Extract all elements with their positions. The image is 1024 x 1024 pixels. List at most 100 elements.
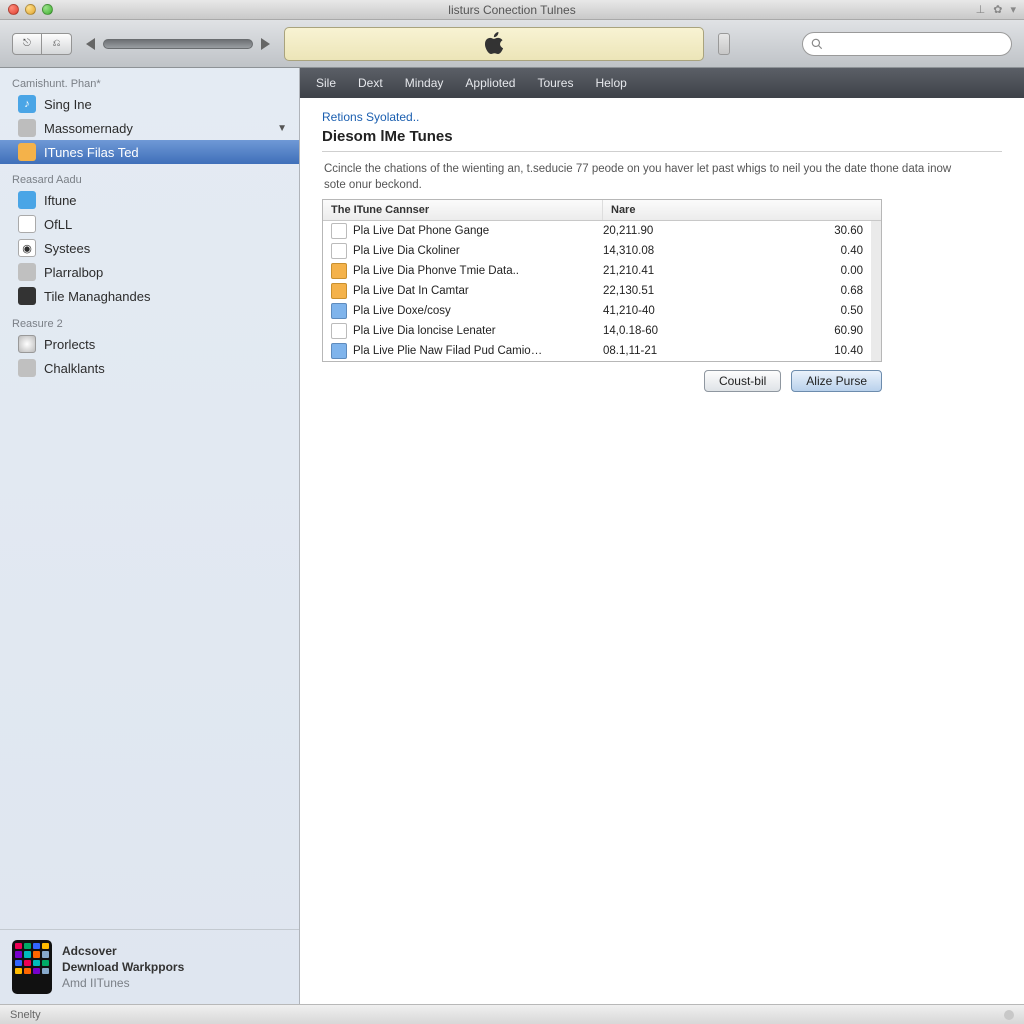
row-val: 30.60: [803, 225, 863, 237]
row-name: Pla Live Plie Naw Filad Pud Camio…: [353, 345, 603, 357]
sidebar-item-massomernady[interactable]: Massomernady ▼: [0, 116, 299, 140]
list-header-col-2[interactable]: Nare: [603, 200, 881, 220]
sidebar-item-iftune[interactable]: Iftune: [0, 188, 299, 212]
table-row[interactable]: Pla Live Plie Naw Filad Pud Camio…08.1,1…: [323, 341, 871, 361]
sidebar-item-itunes-files[interactable]: ITunes Filas Ted: [0, 140, 299, 164]
sidebar-item-label: Sing Ine: [44, 97, 92, 112]
list-header: The ITune Cannser Nare: [323, 200, 881, 221]
row-mid: 14,0.18-60: [603, 325, 803, 337]
row-mid: 20,211.90: [603, 225, 803, 237]
row-val: 0.40: [803, 245, 863, 257]
prev-track-icon[interactable]: [86, 38, 95, 50]
volume-slider[interactable]: [103, 39, 253, 49]
row-val: 60.90: [803, 325, 863, 337]
table-row[interactable]: Pla Live Dia Phonve Tmie Data..21,210.41…: [323, 261, 871, 281]
list-rows: Pla Live Dat Phone Gange20,211.9030.60Pl…: [323, 221, 881, 361]
minimize-window-button[interactable]: [25, 4, 36, 15]
menu-dext[interactable]: Dext: [358, 76, 383, 90]
table-row[interactable]: Pla Live Doxe/cosy41,210-400.50: [323, 301, 871, 321]
gear-icon[interactable]: ✿: [993, 3, 1002, 16]
display-view-toggle[interactable]: [718, 33, 730, 55]
file-type-icon: [331, 283, 347, 299]
section-title: Diesom lMe Tunes: [322, 124, 1002, 152]
traffic-lights: [8, 4, 53, 15]
menu-helop[interactable]: Helop: [595, 76, 626, 90]
now-playing-display: [284, 27, 704, 61]
sidebar-item-systees[interactable]: ◉ Systees: [0, 236, 299, 260]
row-mid: 14,310.08: [603, 245, 803, 257]
chevron-down-icon[interactable]: ▾: [1010, 3, 1016, 16]
row-val: 10.40: [803, 345, 863, 357]
gear-icon: ◉: [18, 239, 36, 257]
row-mid: 08.1,11-21: [603, 345, 803, 357]
row-val: 0.50: [803, 305, 863, 317]
sidebar-group-3-header: Reasure 2: [0, 314, 299, 332]
file-type-icon: [331, 243, 347, 259]
sidebar-group-2-header: Reasard Aadu: [0, 170, 299, 188]
store-icon: [18, 215, 36, 233]
file-type-icon: [331, 263, 347, 279]
folder-icon: [18, 143, 36, 161]
row-name: Pla Live Dia Ckoliner: [353, 245, 603, 257]
menu-minday[interactable]: Minday: [405, 76, 444, 90]
toolbar: ⎋ ⎌: [0, 20, 1024, 68]
device-icon: [18, 287, 36, 305]
search-field[interactable]: [802, 32, 1012, 56]
row-name: Pla Live Dia Phonve Tmie Data..: [353, 265, 603, 277]
next-track-icon[interactable]: [261, 38, 270, 50]
book-icon: [18, 119, 36, 137]
sidebar-item-tile-managhandes[interactable]: Tile Managhandes: [0, 284, 299, 308]
sidebar-item-label: Massomernady: [44, 121, 133, 136]
user-icon[interactable]: ⊥: [976, 3, 986, 16]
sidebar-item-sing[interactable]: ♪ Sing Ine: [0, 92, 299, 116]
table-row[interactable]: Pla Live Dia loncise Lenater14,0.18-6060…: [323, 321, 871, 341]
file-type-icon: [331, 323, 347, 339]
sidebar-group-1-header: Camishunt. Phan*: [0, 74, 299, 92]
row-mid: 22,130.51: [603, 285, 803, 297]
zoom-window-button[interactable]: [42, 4, 53, 15]
sidebar-item-label: Chalklants: [44, 361, 105, 376]
cancel-button[interactable]: Coust-bil: [704, 370, 781, 392]
status-bar: Snelty: [0, 1004, 1024, 1024]
forward-button[interactable]: ⎌: [42, 33, 72, 55]
playback-cluster: [86, 38, 270, 50]
globe-icon: [18, 359, 36, 377]
menu-applioted[interactable]: Applioted: [465, 76, 515, 90]
sidebar-item-label: Plarralbop: [44, 265, 103, 280]
sidebar: Camishunt. Phan* ♪ Sing Ine Massomernady…: [0, 68, 300, 1004]
search-icon: [811, 38, 823, 50]
menu-sile[interactable]: Sile: [316, 76, 336, 90]
sidebar-item-prorlects[interactable]: Prorlects: [0, 332, 299, 356]
grid-icon: [18, 263, 36, 281]
row-name: Pla Live Dat In Camtar: [353, 285, 603, 297]
window-title: listurs Conection Tulnes: [0, 3, 1024, 17]
sidebar-bottom-text: Adcsover Dewnload Warkppors Amd IITunes: [62, 943, 184, 992]
content-area: Retions Syolated.. Diesom lMe Tunes Ccin…: [300, 98, 1024, 404]
row-val: 0.68: [803, 285, 863, 297]
section-breadcrumb-link[interactable]: Retions Syolated..: [322, 110, 1002, 124]
row-val: 0.00: [803, 265, 863, 277]
menu-toures[interactable]: Toures: [537, 76, 573, 90]
status-left: Snelty: [10, 1009, 41, 1021]
table-row[interactable]: Pla Live Dat In Camtar22,130.510.68: [323, 281, 871, 301]
button-row: Coust-bil Alize Purse: [322, 362, 882, 392]
table-row[interactable]: Pla Live Dat Phone Gange20,211.9030.60: [323, 221, 871, 241]
promo-line-3: Amd IITunes: [62, 975, 184, 991]
chevron-down-icon: ▼: [277, 123, 287, 134]
file-listbox: The ITune Cannser Nare Pla Live Dat Phon…: [322, 199, 882, 362]
sidebar-item-plarralbop[interactable]: Plarralbop: [0, 260, 299, 284]
sidebar-item-ofll[interactable]: OfLL: [0, 212, 299, 236]
list-header-col-1[interactable]: The ITune Cannser: [323, 200, 603, 220]
sidebar-item-chalklants[interactable]: Chalklants: [0, 356, 299, 380]
sidebar-item-label: OfLL: [44, 217, 72, 232]
table-row[interactable]: Pla Live Dia Ckoliner14,310.080.40: [323, 241, 871, 261]
confirm-button[interactable]: Alize Purse: [791, 370, 882, 392]
back-button[interactable]: ⎋: [12, 33, 42, 55]
main-pane: Sile Dext Minday Applioted Toures Helop …: [300, 68, 1024, 1004]
sidebar-bottom-promo[interactable]: Adcsover Dewnload Warkppors Amd IITunes: [0, 929, 299, 1004]
close-window-button[interactable]: [8, 4, 19, 15]
section-blurb: Ccincle the chations of the wienting an,…: [322, 152, 962, 199]
file-type-icon: [331, 303, 347, 319]
file-type-icon: [331, 223, 347, 239]
sidebar-item-label: ITunes Filas Ted: [44, 145, 139, 160]
